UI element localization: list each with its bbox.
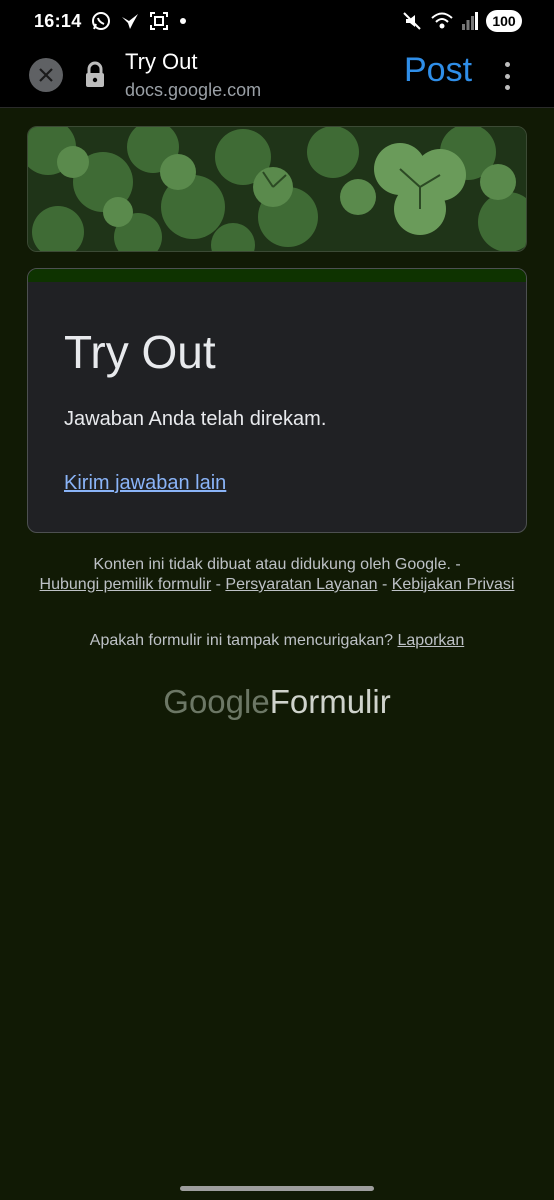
- kebab-dot: [504, 62, 510, 67]
- contact-owner-link[interactable]: Hubungi pemilik formulir: [40, 576, 212, 593]
- whatsapp-icon: [91, 12, 110, 30]
- form-title: Try Out: [64, 326, 216, 378]
- brand-forms: Formulir: [269, 683, 391, 720]
- close-icon: [39, 68, 53, 82]
- page-title: Try Out: [125, 49, 198, 74]
- more-options-button[interactable]: [500, 62, 514, 90]
- page-url[interactable]: docs.google.com: [125, 80, 261, 101]
- report-link[interactable]: Laporkan: [398, 632, 465, 649]
- mute-icon: [403, 12, 421, 30]
- home-indicator[interactable]: [180, 1186, 374, 1191]
- brand-google: Google: [163, 683, 270, 720]
- submit-another-response-link[interactable]: Kirim jawaban lain: [64, 472, 226, 495]
- card-accent-bar: [28, 269, 526, 282]
- status-time: 16:14: [34, 10, 82, 31]
- signal-icon: [462, 12, 478, 30]
- separator: -: [211, 576, 226, 593]
- terms-link[interactable]: Persyaratan Layanan: [225, 576, 377, 593]
- footer-disclaimer: Konten ini tidak dibuat atau didukung ol…: [30, 555, 524, 595]
- kebab-dot: [504, 73, 510, 79]
- separator: -: [377, 576, 392, 593]
- google-forms-logo[interactable]: GoogleFormulir: [0, 683, 554, 721]
- lock-icon[interactable]: [84, 61, 106, 89]
- wifi-icon: [431, 12, 453, 29]
- kebab-dot: [504, 85, 510, 90]
- close-tab-button[interactable]: [29, 58, 63, 92]
- clover-leaves-image: [28, 127, 526, 251]
- browser-toolbar: Try Out docs.google.com Post: [0, 42, 554, 108]
- screenshot-icon: [149, 12, 168, 30]
- status-bar: 16:14 100: [0, 0, 554, 42]
- report-abuse-line: Apakah formulir ini tampak mencurigakan?…: [30, 632, 524, 650]
- suspicious-question: Apakah formulir ini tampak mencurigakan?: [89, 632, 394, 649]
- privacy-link[interactable]: Kebijakan Privasi: [392, 576, 515, 593]
- system-icons: 100: [402, 10, 522, 32]
- dot-icon: [179, 18, 186, 24]
- disclaimer-text: Konten ini tidak dibuat atau didukung ol…: [93, 556, 461, 573]
- notification-icons: [91, 11, 188, 31]
- confirmation-message: Jawaban Anda telah direkam.: [64, 408, 327, 430]
- form-header-image: [27, 126, 527, 252]
- confirmation-card: Try Out Jawaban Anda telah direkam. Kiri…: [27, 268, 527, 533]
- battery-indicator: 100: [486, 10, 522, 32]
- post-button[interactable]: Post: [404, 51, 472, 90]
- bird-icon: [121, 14, 138, 29]
